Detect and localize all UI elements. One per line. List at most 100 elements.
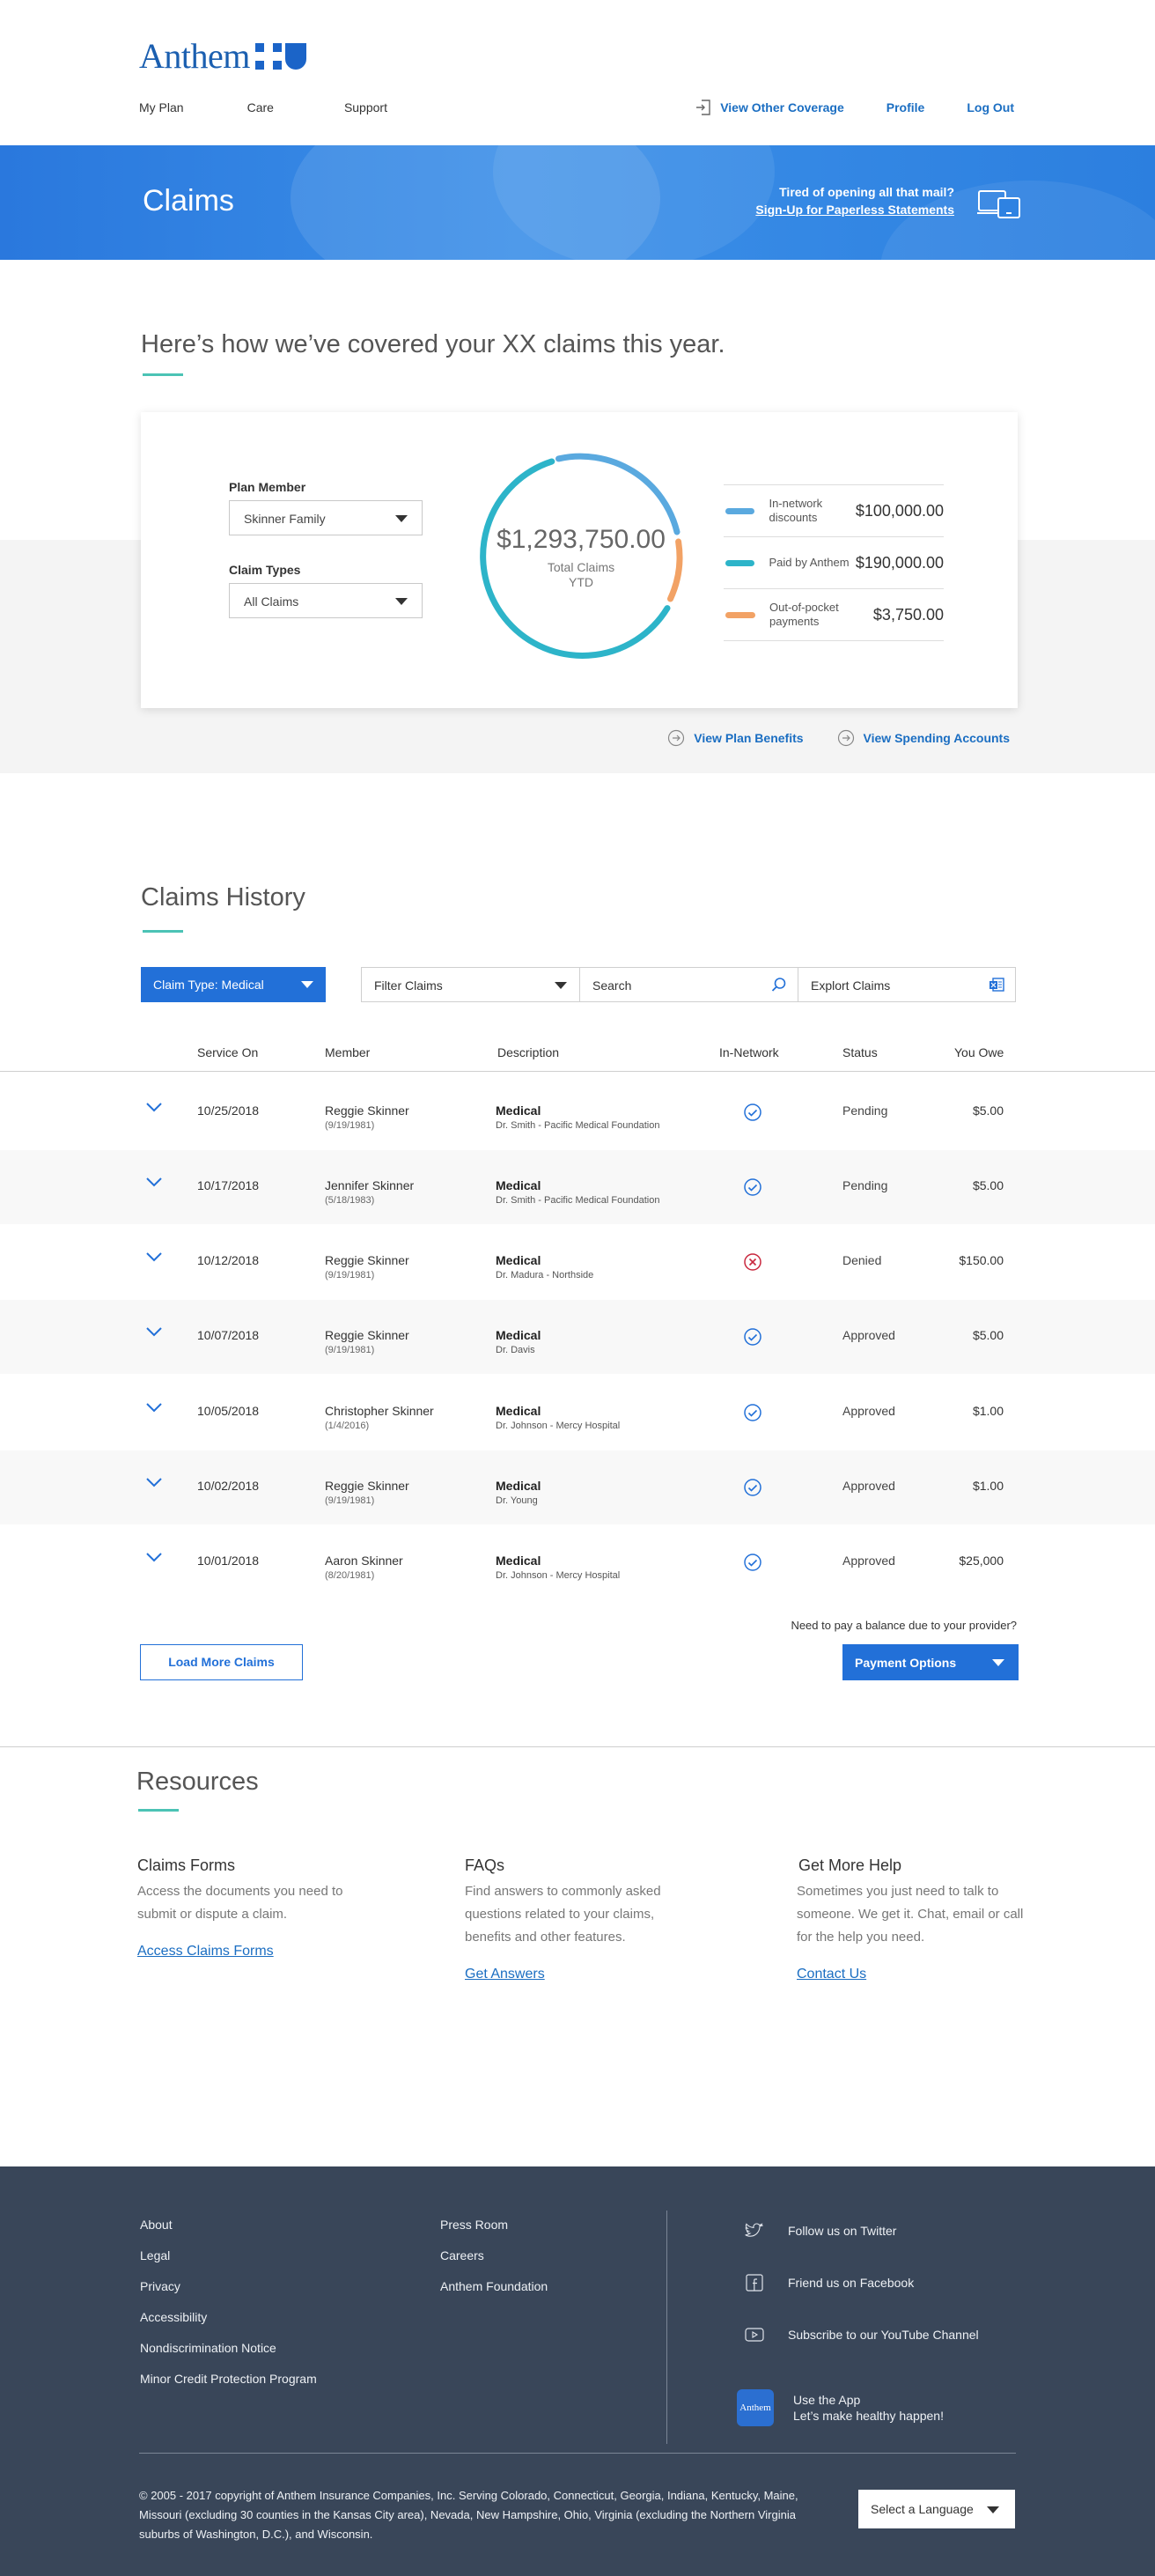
claims-toolbar: Claim Type: Medical Filter Claims Search… (141, 967, 1016, 1002)
col-member[interactable]: Member (325, 1045, 370, 1059)
claim-row[interactable]: 10/12/2018 Reggie Skinner (9/19/1981) Medic… (0, 1225, 1155, 1299)
col-description[interactable]: Description (497, 1045, 559, 1059)
resource-title: Claims Forms (137, 1856, 235, 1874)
footer-link-minor-credit[interactable]: Minor Credit Protection Program (140, 2372, 317, 2403)
payment-options-dropdown[interactable]: Payment Options (842, 1644, 1019, 1680)
logout-link[interactable]: Log Out (967, 100, 1014, 114)
legend-swatch (725, 507, 755, 514)
heading-accent-line (143, 930, 183, 933)
nav-care[interactable]: Care (247, 100, 274, 114)
load-more-claims-button[interactable]: Load More Claims (140, 1644, 303, 1680)
footer-link-careers[interactable]: Careers (440, 2248, 548, 2279)
claim-member-name: Christopher Skinner (325, 1404, 434, 1418)
search-placeholder: Search (592, 978, 632, 993)
twitter-link[interactable]: Follow us on Twitter (744, 2220, 1026, 2241)
col-in-network[interactable]: In-Network (719, 1045, 779, 1059)
claim-in-network (743, 1478, 762, 1502)
claim-status: Approved (842, 1554, 895, 1568)
facebook-link[interactable]: Friend us on Facebook (744, 2272, 1026, 2293)
footer-link-about[interactable]: About (140, 2218, 317, 2248)
claim-row[interactable]: 10/07/2018 Reggie Skinner (9/19/1981) Medic… (0, 1300, 1155, 1374)
view-spending-accounts-link[interactable]: View Spending Accounts (837, 729, 1010, 747)
col-status[interactable]: Status (842, 1045, 878, 1059)
legend-row: Paid by Anthem $190,000.00 (724, 537, 944, 589)
youtube-icon (744, 2324, 765, 2345)
chevron-down-icon[interactable] (145, 1552, 163, 1562)
footer-link-accessibility[interactable]: Accessibility (140, 2310, 317, 2341)
paperless-promo: Tired of opening all that mail? Sign-Up … (755, 185, 954, 217)
chevron-down-icon[interactable] (145, 1402, 163, 1413)
resource-title: FAQs (465, 1856, 505, 1874)
claim-you-owe: $5.00 (972, 1328, 1004, 1342)
view-other-coverage-link[interactable]: View Other Coverage (695, 99, 844, 116)
claim-types-value: All Claims (244, 594, 299, 609)
chevron-down-icon[interactable] (145, 1477, 163, 1487)
legend-value: $190,000.00 (855, 553, 944, 572)
export-claims-button[interactable]: Explort Claims (798, 967, 1016, 1002)
claim-service-date: 10/17/2018 (197, 1178, 260, 1192)
access-claims-forms-link[interactable]: Access Claims Forms (137, 1944, 375, 1960)
arrow-circle-icon (837, 729, 854, 747)
chevron-down-icon[interactable] (145, 1326, 163, 1337)
nav-support[interactable]: Support (344, 100, 387, 114)
search-input[interactable]: Search (579, 967, 798, 1002)
youtube-link[interactable]: Subscribe to our YouTube Channel (744, 2324, 1026, 2345)
devices-icon (977, 190, 1020, 218)
claim-in-network (743, 1403, 762, 1427)
claim-types-select[interactable]: All Claims (229, 583, 423, 618)
search-icon[interactable] (771, 977, 787, 993)
claim-row[interactable]: 10/25/2018 Reggie Skinner (9/19/1981) Medic… (0, 1075, 1155, 1149)
language-select[interactable]: Select a Language (858, 2490, 1015, 2528)
resource-claims-forms: Claims Forms Access the documents you ne… (137, 1856, 375, 1960)
claim-you-owe: $5.00 (972, 1103, 1004, 1118)
claim-provider: Dr. Smith - Pacific Medical Foundation (496, 1120, 660, 1131)
app-promo-text: Use the App Let’s make healthy happen! (793, 2392, 944, 2424)
col-you-owe[interactable]: You Owe (954, 1045, 1004, 1059)
footer-link-legal[interactable]: Legal (140, 2248, 317, 2279)
resource-text: Find answers to commonly asked questions… (465, 1884, 661, 1945)
filter-claims-dropdown[interactable]: Filter Claims (361, 967, 580, 1002)
footer-links-col2: Press Room Careers Anthem Foundation (440, 2218, 548, 2310)
claim-status: Approved (842, 1479, 895, 1493)
plan-member-select[interactable]: Skinner Family (229, 500, 423, 535)
claim-provider: Dr. Young (496, 1495, 538, 1506)
legend-label: In-network discounts (769, 497, 823, 524)
claim-type: Medical (496, 1404, 541, 1418)
nav-my-plan[interactable]: My Plan (139, 100, 184, 114)
claim-row[interactable]: 10/17/2018 Jennifer Skinner (5/18/1983) Med… (0, 1150, 1155, 1224)
claim-row[interactable]: 10/02/2018 Reggie Skinner (9/19/1981) Medic… (0, 1450, 1155, 1524)
anthem-logo[interactable]: Anthem (139, 35, 306, 77)
claim-type: Medical (496, 1328, 541, 1342)
paperless-signup-link[interactable]: Sign-Up for Paperless Statements (755, 203, 954, 217)
donut-total: $1,293,750.00 Total Claims YTD (471, 447, 691, 668)
total-claims-label-line1: Total Claims (547, 560, 615, 574)
chevron-down-icon[interactable] (145, 1251, 163, 1262)
profile-link[interactable]: Profile (886, 100, 925, 114)
claim-member-name: Reggie Skinner (325, 1103, 409, 1118)
contact-us-link[interactable]: Contact Us (797, 1967, 1034, 1982)
chevron-down-icon[interactable] (145, 1177, 163, 1187)
claims-legend: In-network discounts $100,000.00 Paid by… (724, 484, 944, 641)
switch-coverage-icon (696, 100, 710, 115)
footer-link-foundation[interactable]: Anthem Foundation (440, 2279, 548, 2310)
footer-link-press-room[interactable]: Press Room (440, 2218, 548, 2248)
footer-link-nondiscrimination[interactable]: Nondiscrimination Notice (140, 2341, 317, 2372)
view-plan-benefits-link[interactable]: View Plan Benefits (667, 729, 804, 747)
resource-title: Get More Help (798, 1856, 902, 1874)
claim-row[interactable]: 10/05/2018 Christopher Skinner (1/4/2016) M… (0, 1376, 1155, 1450)
legend-label: Out-of-pocket payments (769, 601, 839, 628)
claims-table-header: Service On Member Description In-Network… (0, 1045, 1155, 1072)
chevron-down-icon[interactable] (145, 1102, 163, 1112)
resource-faqs: FAQs Find answers to commonly asked ques… (465, 1856, 703, 1982)
claim-status: Pending (842, 1178, 888, 1192)
claim-row[interactable]: 10/01/2018 Aaron Skinner (8/20/1981) Medica… (0, 1525, 1155, 1599)
claim-type-dropdown[interactable]: Claim Type: Medical (141, 967, 326, 1002)
col-service-on[interactable]: Service On (197, 1045, 258, 1059)
mobile-app-link[interactable]: Anthem Use the App Let’s make healthy ha… (737, 2389, 944, 2426)
plan-member-value: Skinner Family (244, 512, 326, 526)
get-answers-link[interactable]: Get Answers (465, 1967, 703, 1982)
footer-link-privacy[interactable]: Privacy (140, 2279, 317, 2310)
claims-summary-card: Plan Member Skinner Family Claim Types A… (141, 412, 1018, 708)
claim-member-name: Aaron Skinner (325, 1554, 403, 1568)
caret-down-icon (301, 981, 313, 988)
